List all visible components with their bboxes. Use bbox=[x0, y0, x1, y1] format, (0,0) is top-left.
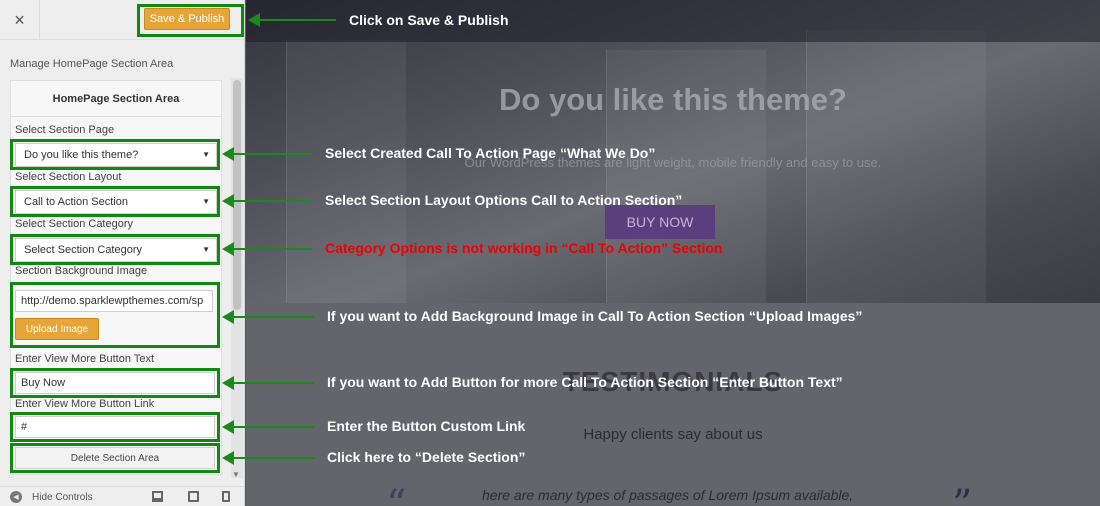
highlight-btn-link bbox=[10, 412, 220, 442]
desktop-preview-icon[interactable] bbox=[152, 491, 163, 502]
annotation-arrow bbox=[222, 194, 312, 208]
highlight-delete bbox=[10, 443, 220, 473]
annotation-arrow bbox=[222, 376, 314, 390]
annotation-arrow bbox=[222, 420, 314, 434]
highlight-category bbox=[10, 234, 220, 265]
buy-now-button[interactable]: BUY NOW bbox=[605, 205, 715, 239]
hide-controls-label: Hide Controls bbox=[32, 491, 93, 503]
section-page-label: Select Section Page bbox=[15, 124, 115, 136]
annotation-arrow bbox=[222, 310, 314, 324]
highlight-btn-text bbox=[10, 368, 220, 398]
annotation-btn-link: Enter the Button Custom Link bbox=[327, 418, 526, 434]
hero-title: Do you like this theme? bbox=[499, 82, 847, 117]
hero-building bbox=[286, 40, 406, 303]
button-text-label: Enter View More Button Text bbox=[15, 353, 154, 365]
customizer-footer: ◀ Hide Controls bbox=[0, 486, 244, 506]
panel-title: Manage HomePage Section Area bbox=[10, 58, 174, 70]
customizer-sidebar: × Save & Publish Manage HomePage Section… bbox=[0, 0, 245, 506]
testimonials-section bbox=[246, 303, 1100, 506]
quote-close-icon: ” bbox=[952, 482, 973, 506]
scrollbar[interactable] bbox=[231, 78, 243, 478]
collapse-icon: ◀ bbox=[10, 491, 22, 503]
highlight-save bbox=[137, 4, 244, 37]
scroll-down-icon[interactable]: ▼ bbox=[232, 470, 240, 479]
annotation-page: Select Created Call To Action Page “What… bbox=[325, 145, 656, 161]
annotation-arrow bbox=[222, 451, 314, 465]
button-link-label: Enter View More Button Link bbox=[15, 398, 155, 410]
annotation-category: Category Options is not working in “Call… bbox=[325, 240, 723, 256]
annotation-arrow bbox=[248, 13, 336, 27]
section-category-label: Select Section Category bbox=[15, 218, 134, 230]
section-layout-label: Select Section Layout bbox=[15, 171, 122, 183]
testimonial-text: here are many types of passages of Lorem… bbox=[482, 487, 854, 503]
section-heading[interactable]: HomePage Section Area bbox=[11, 81, 221, 117]
quote-open-icon: “ bbox=[386, 482, 407, 506]
mobile-preview-icon[interactable] bbox=[222, 491, 230, 502]
tablet-preview-icon[interactable] bbox=[188, 491, 199, 502]
annotation-layout: Select Section Layout Options Call to Ac… bbox=[325, 192, 683, 208]
annotation-bg: If you want to Add Background Image in C… bbox=[327, 308, 863, 324]
scroll-thumb[interactable] bbox=[233, 80, 241, 310]
highlight-layout bbox=[10, 186, 220, 217]
annotation-arrow bbox=[222, 147, 312, 161]
annotation-btn-text: If you want to Add Button for more Call … bbox=[327, 374, 843, 390]
annotation-arrow bbox=[222, 242, 312, 256]
close-icon[interactable]: × bbox=[0, 0, 40, 40]
highlight-page bbox=[10, 139, 220, 170]
annotation-delete: Click here to “Delete Section” bbox=[327, 449, 526, 465]
section-bg-label: Section Background Image bbox=[15, 265, 148, 277]
highlight-bg bbox=[10, 282, 220, 348]
annotation-save: Click on Save & Publish bbox=[349, 12, 509, 28]
hide-controls-button[interactable]: ◀ Hide Controls bbox=[10, 491, 93, 503]
